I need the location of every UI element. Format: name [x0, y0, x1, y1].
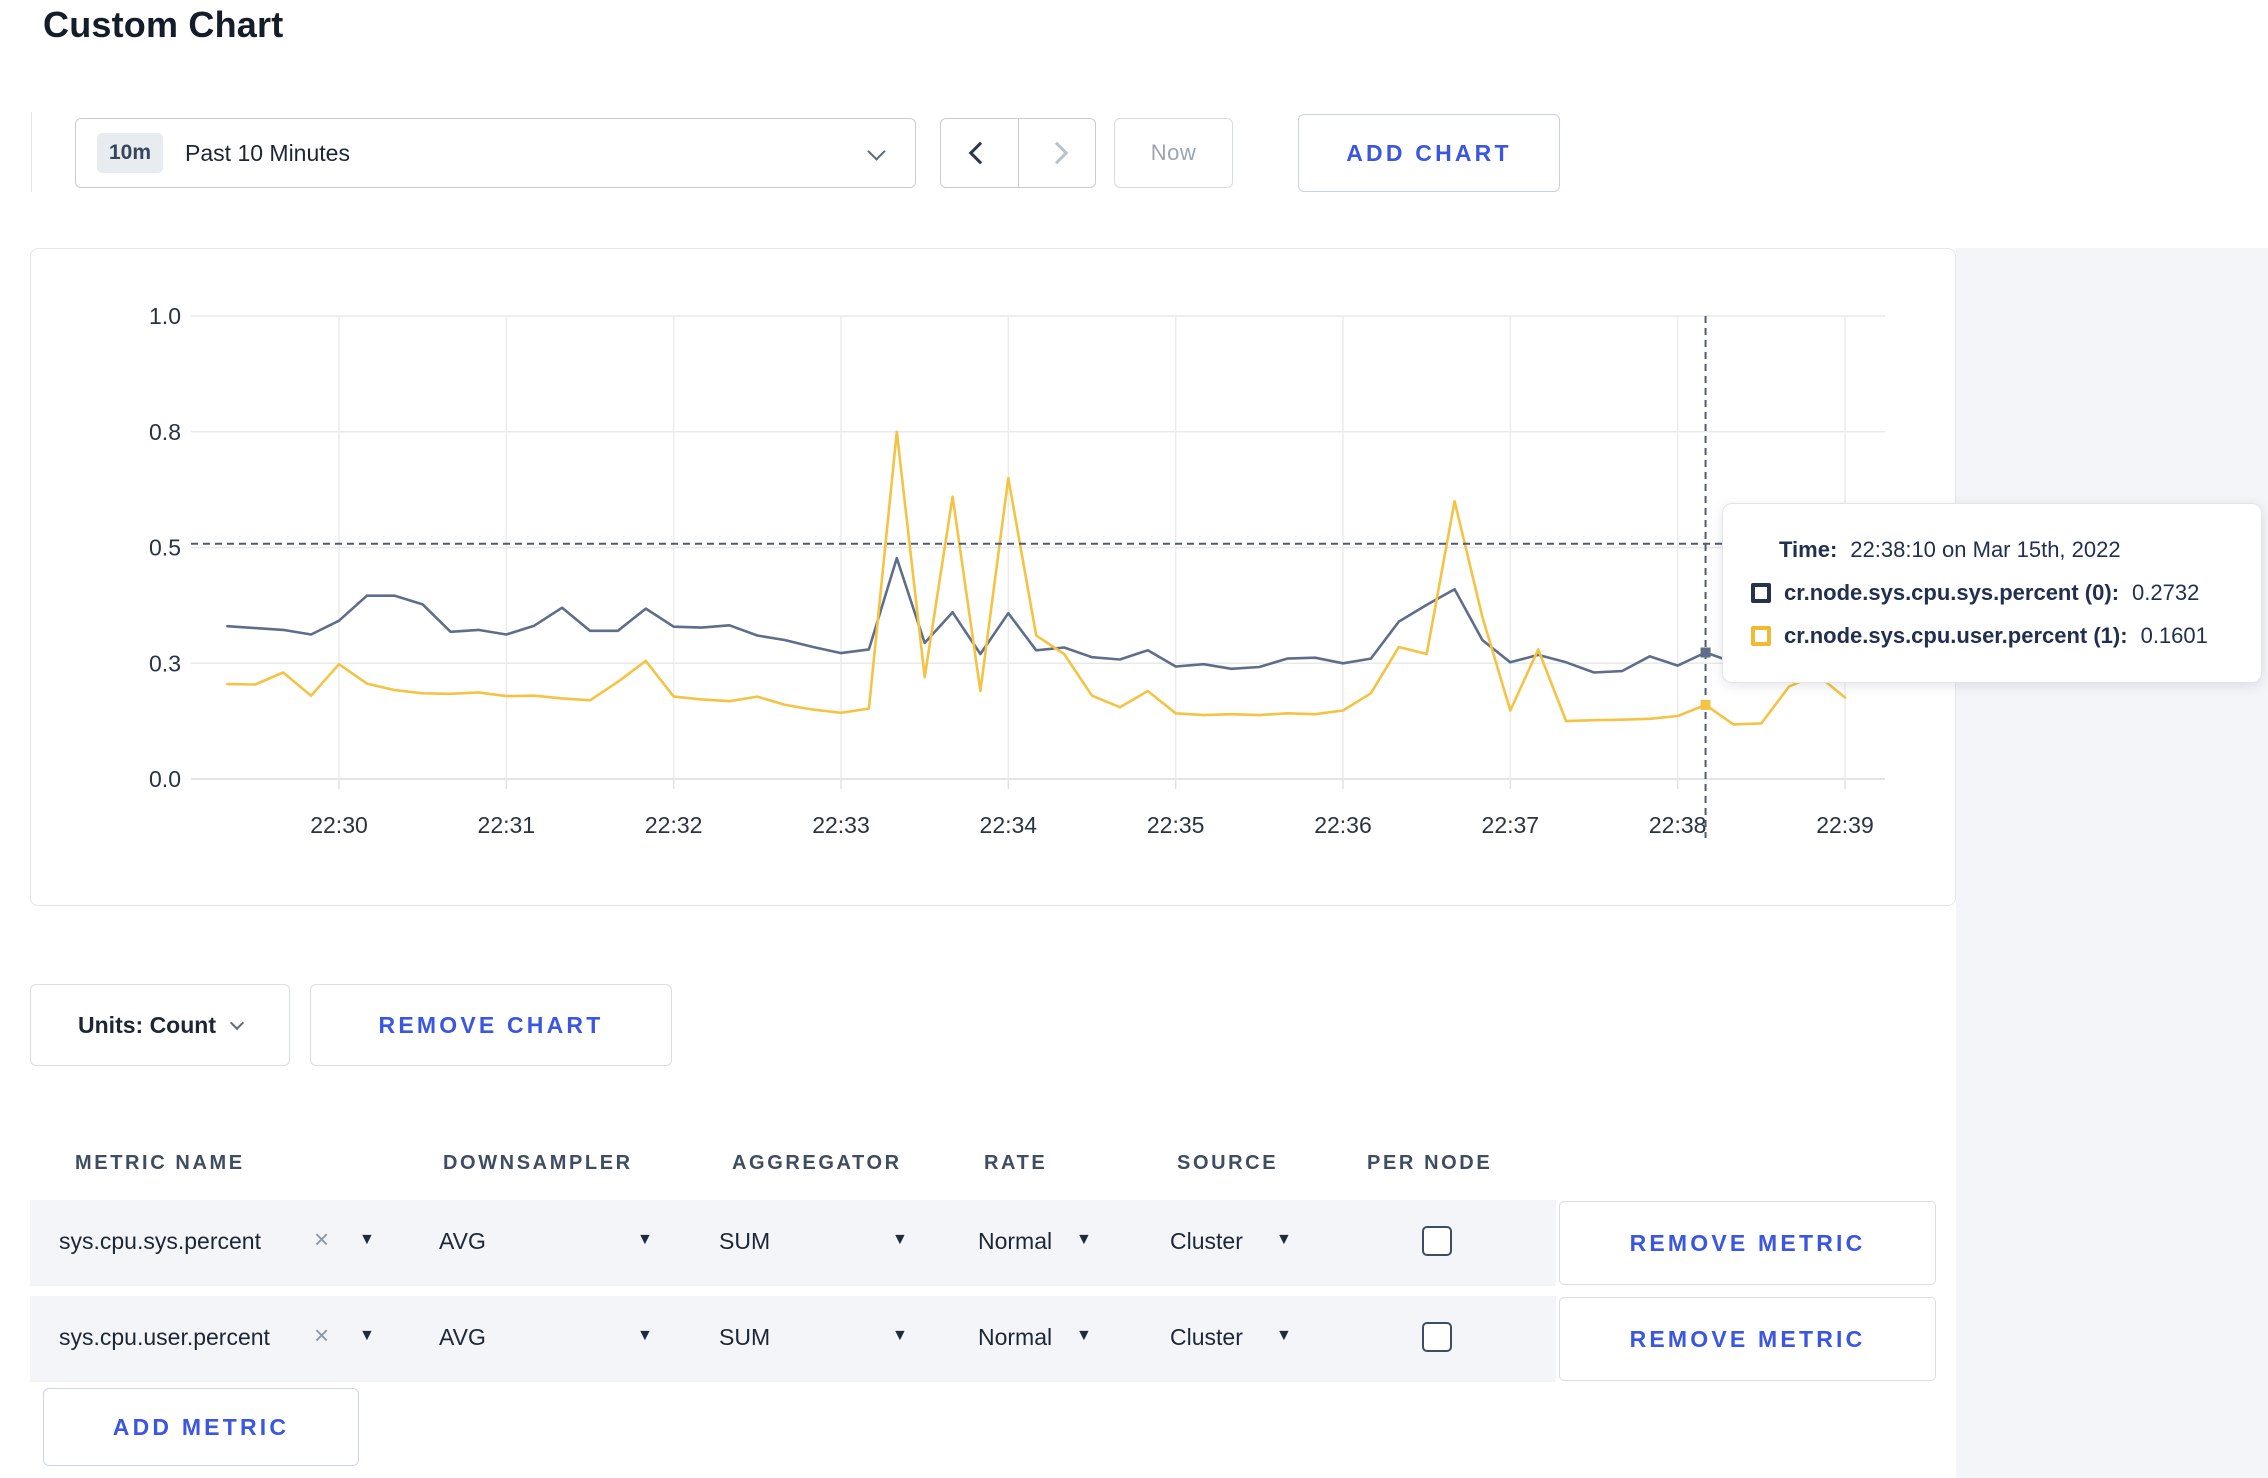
col-header-source: SOURCE [1177, 1152, 1279, 1174]
custom-chart-page: Custom Chart 10m Past 10 Minutes Now ADD… [0, 0, 2268, 1478]
chart-tooltip: Time: 22:38:10 on Mar 15th, 2022 cr.node… [1722, 503, 2262, 683]
svg-text:0.8: 0.8 [149, 419, 181, 445]
metrics-chart[interactable]: 0.0 0.3 0.5 0.8 1.0 22:30 22:31 22:32 22:33 22:34… [31, 249, 1957, 907]
dropdown-caret-icon[interactable]: ▼ [892, 1327, 908, 1345]
aggregator-select[interactable]: SUM [719, 1228, 770, 1255]
tooltip-series-sys-value: 0.2732 [2132, 580, 2200, 605]
metric-row: sys.cpu.user.percent × ▼ AVG ▼ SUM ▼ Nor… [30, 1296, 1556, 1382]
svg-text:22:36: 22:36 [1314, 812, 1372, 838]
dropdown-caret-icon[interactable]: ▼ [1076, 1231, 1092, 1249]
source-select[interactable]: Cluster [1170, 1228, 1243, 1255]
tooltip-series-user-value: 0.1601 [2140, 623, 2208, 648]
dropdown-caret-icon[interactable]: ▼ [359, 1231, 375, 1249]
tooltip-time-value: 22:38:10 on Mar 15th, 2022 [1850, 537, 2121, 562]
tooltip-time-label: Time: [1779, 537, 1838, 562]
time-range-dropdown[interactable]: 10m Past 10 Minutes [75, 118, 916, 188]
col-header-metric-name: METRIC NAME [75, 1152, 245, 1174]
metric-name-select[interactable]: sys.cpu.sys.percent [59, 1228, 261, 1255]
time-nav-group [940, 118, 1096, 188]
units-label: Units: Count [78, 1011, 216, 1038]
add-chart-button[interactable]: ADD CHART [1298, 114, 1560, 192]
remove-chart-button[interactable]: REMOVE CHART [310, 984, 672, 1066]
downsampler-select[interactable]: AVG [439, 1228, 486, 1255]
dropdown-caret-icon[interactable]: ▼ [1276, 1231, 1292, 1249]
chevron-down-icon [867, 142, 886, 161]
svg-text:22:33: 22:33 [812, 812, 870, 838]
next-time-button[interactable] [1018, 119, 1095, 187]
downsampler-select[interactable]: AVG [439, 1324, 486, 1351]
prev-time-button[interactable] [941, 119, 1018, 187]
svg-text:22:32: 22:32 [645, 812, 703, 838]
dropdown-caret-icon[interactable]: ▼ [1276, 1327, 1292, 1345]
svg-text:0.3: 0.3 [149, 650, 181, 676]
svg-text:22:35: 22:35 [1147, 812, 1205, 838]
chevron-down-icon [229, 1015, 245, 1031]
page-title: Custom Chart [43, 4, 284, 45]
remove-metric-x-icon[interactable]: × [314, 1320, 329, 1351]
remove-metric-button[interactable]: REMOVE METRIC [1559, 1201, 1936, 1285]
remove-metric-x-icon[interactable]: × [314, 1224, 329, 1255]
rate-select[interactable]: Normal [978, 1228, 1052, 1255]
time-range-label: Past 10 Minutes [185, 139, 350, 166]
tooltip-series-sys-name: cr.node.sys.cpu.sys.percent (0): [1784, 580, 2120, 605]
per-node-checkbox[interactable] [1422, 1226, 1452, 1256]
dropdown-caret-icon[interactable]: ▼ [637, 1327, 653, 1345]
dropdown-caret-icon[interactable]: ▼ [637, 1231, 653, 1249]
now-button[interactable]: Now [1114, 118, 1233, 188]
units-dropdown[interactable]: Units: Count [30, 984, 290, 1066]
time-window-badge: 10m [97, 133, 164, 173]
dropdown-caret-icon[interactable]: ▼ [1076, 1327, 1092, 1345]
chart-card: 0.0 0.3 0.5 0.8 1.0 22:30 22:31 22:32 22:33 22:34… [30, 248, 1956, 906]
rate-select[interactable]: Normal [978, 1324, 1052, 1351]
svg-text:0.5: 0.5 [149, 535, 181, 561]
metric-row: sys.cpu.sys.percent × ▼ AVG ▼ SUM ▼ Norm… [30, 1200, 1556, 1286]
tooltip-series-user-name: cr.node.sys.cpu.user.percent (1): [1784, 623, 2128, 648]
page-background-panel [1956, 248, 2268, 1478]
svg-text:0.0: 0.0 [149, 766, 181, 792]
svg-text:22:34: 22:34 [980, 812, 1038, 838]
per-node-checkbox[interactable] [1422, 1322, 1452, 1352]
chevron-left-icon [968, 141, 991, 165]
add-metric-button[interactable]: ADD METRIC [43, 1388, 359, 1466]
metric-name-select[interactable]: sys.cpu.user.percent [59, 1324, 270, 1351]
col-header-downsampler: DOWNSAMPLER [443, 1152, 633, 1174]
col-header-aggregator: AGGREGATOR [732, 1152, 902, 1174]
series-sys-swatch-icon [1751, 583, 1771, 603]
dropdown-caret-icon[interactable]: ▼ [892, 1231, 908, 1249]
series-user-swatch-icon [1751, 626, 1771, 646]
remove-metric-button[interactable]: REMOVE METRIC [1559, 1297, 1936, 1381]
dropdown-caret-icon[interactable]: ▼ [359, 1327, 375, 1345]
toolbar-divider [31, 112, 32, 192]
svg-text:1.0: 1.0 [149, 303, 181, 329]
aggregator-select[interactable]: SUM [719, 1324, 770, 1351]
svg-text:22:31: 22:31 [478, 812, 536, 838]
col-header-per-node: PER NODE [1367, 1152, 1493, 1174]
svg-text:22:39: 22:39 [1816, 812, 1874, 838]
col-header-rate: RATE [984, 1152, 1048, 1174]
svg-text:22:30: 22:30 [310, 812, 368, 838]
source-select[interactable]: Cluster [1170, 1324, 1243, 1351]
svg-text:22:38: 22:38 [1649, 812, 1707, 838]
svg-text:22:37: 22:37 [1482, 812, 1540, 838]
chevron-right-icon [1045, 141, 1069, 165]
